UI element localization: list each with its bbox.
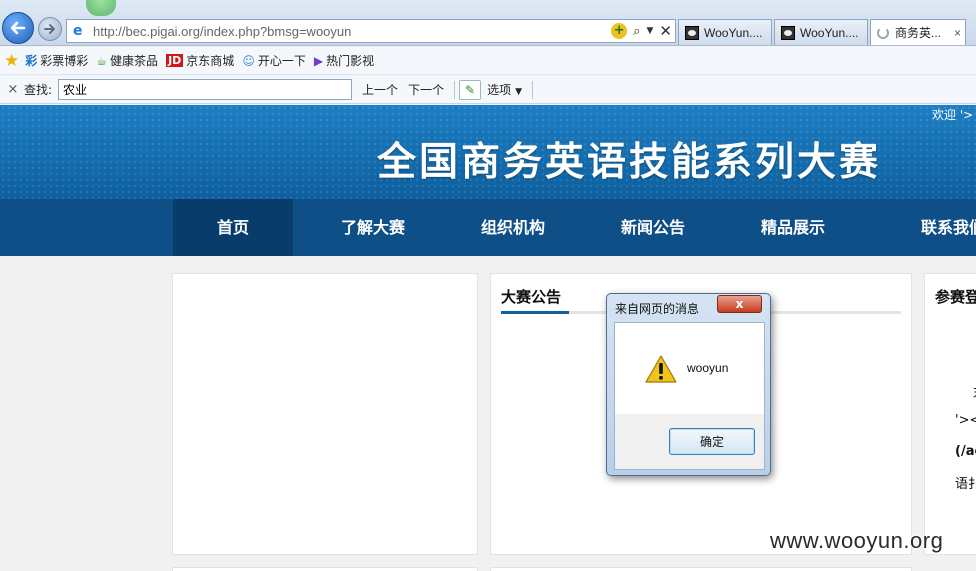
- tab-label: 商务英...: [895, 26, 942, 40]
- favorites-bar: ★ 彩 彩票博彩 ☕ 健康茶品 JD 京东商城 ☺ 开心一下 ▶ 热门影视: [0, 47, 976, 75]
- panel-title: 参赛登: [935, 288, 976, 306]
- smiley-icon: ☺: [242, 53, 255, 68]
- highlight-pencil-icon[interactable]: ✎: [459, 79, 482, 100]
- favorite-label: 热门影视: [326, 54, 375, 68]
- dialog-message: wooyun: [687, 361, 729, 375]
- jd-logo-icon: JD: [166, 54, 184, 67]
- dialog-footer: 确定: [614, 414, 765, 470]
- tab-wooyun-1[interactable]: WooYun....: [678, 19, 772, 45]
- tab-favicon-ghost: [86, 0, 116, 16]
- loading-spinner-icon: [877, 26, 889, 39]
- nav-item-about[interactable]: 了解大赛: [313, 199, 433, 256]
- alert-dialog: 来自网页的消息 x wooyun 确定: [606, 293, 771, 476]
- ok-button[interactable]: 确定: [669, 428, 755, 455]
- arrow-right-icon: [44, 24, 55, 34]
- content-panel-lower-left: [172, 567, 478, 571]
- find-prev-button[interactable]: 上一个: [362, 81, 398, 98]
- address-url[interactable]: http://bec.pigai.org/index.php?bmsg=wooy…: [93, 24, 608, 39]
- tab-label: WooYun....: [800, 25, 859, 40]
- tab-close-button[interactable]: ×: [954, 26, 961, 40]
- chevron-down-icon: ▼: [515, 87, 523, 97]
- find-close-button[interactable]: ×: [2, 82, 24, 97]
- play-icon: ▶: [313, 53, 324, 68]
- find-options-button[interactable]: 选项 ▼: [487, 81, 522, 98]
- find-bar: × 查找: 上一个 下一个 ✎ 选项▼: [0, 76, 976, 104]
- back-button[interactable]: [2, 12, 34, 44]
- content-panel-left: [172, 273, 478, 555]
- wooyun-favicon-icon: [781, 25, 795, 40]
- tea-cup-icon: ☕: [96, 53, 108, 68]
- favorites-star-icon[interactable]: ★: [4, 51, 19, 71]
- toolbar-divider: [454, 80, 456, 99]
- tab-label: WooYun....: [704, 25, 763, 40]
- injected-text-fragment: 语扌: [955, 477, 976, 492]
- options-label: 选项: [487, 83, 512, 97]
- site-banner: 欢迎 '> < 全国商务英语技能系列大赛: [0, 105, 976, 199]
- tab-wooyun-2[interactable]: WooYun....: [774, 19, 868, 45]
- nav-item-home[interactable]: 首页: [173, 199, 293, 256]
- panel-title-accent: [501, 311, 569, 314]
- dialog-close-button[interactable]: x: [717, 295, 762, 313]
- lottery-icon: 彩: [25, 54, 38, 68]
- search-icon[interactable]: ⌕: [633, 24, 640, 39]
- registration-panel: 参赛登 末 '>< (/ac 语扌: [924, 273, 976, 555]
- favorite-label: 京东商城: [186, 54, 235, 68]
- welcome-text: 欢迎 '> <: [932, 108, 976, 122]
- tab-active-bec[interactable]: 商务英... ×: [870, 19, 966, 45]
- favorite-label: 健康茶品: [110, 54, 159, 68]
- address-bar[interactable]: e http://bec.pigai.org/index.php?bmsg=wo…: [66, 19, 676, 43]
- watermark-text: www.wooyun.org: [770, 528, 944, 553]
- dialog-title: 来自网页的消息: [615, 302, 700, 316]
- favorite-link-jd[interactable]: JD 京东商城: [166, 52, 234, 69]
- nav-item-contact[interactable]: 联系我们: [893, 199, 976, 256]
- web-page: 欢迎 '> < 全国商务英语技能系列大赛 首页 了解大赛 组织机构 新闻公告 精…: [0, 105, 976, 571]
- find-label: 查找:: [24, 83, 53, 97]
- panel-title: 大赛公告: [501, 288, 562, 306]
- nav-item-organization[interactable]: 组织机构: [453, 199, 573, 256]
- forward-button[interactable]: [38, 17, 62, 41]
- nav-item-showcase[interactable]: 精品展示: [733, 199, 853, 256]
- browser-toolbar: e http://bec.pigai.org/index.php?bmsg=wo…: [0, 0, 976, 46]
- nav-item-news[interactable]: 新闻公告: [593, 199, 713, 256]
- stop-icon[interactable]: ✕: [659, 22, 672, 40]
- favorite-link-fun[interactable]: ☺ 开心一下: [242, 52, 306, 69]
- favorite-link-lottery[interactable]: 彩 彩票博彩: [25, 52, 88, 69]
- favorite-link-video[interactable]: ▶ 热门影视: [314, 52, 374, 69]
- find-next-button[interactable]: 下一个: [408, 81, 444, 98]
- site-title: 全国商务英语技能系列大赛: [377, 140, 882, 185]
- wooyun-favicon-icon: [685, 25, 699, 40]
- main-nav: 首页 了解大赛 组织机构 新闻公告 精品展示 联系我们: [0, 199, 976, 256]
- injected-text-fragment: (/ac: [955, 444, 976, 459]
- warning-icon: [645, 355, 677, 383]
- content-panel-lower-mid: [490, 567, 912, 571]
- favorite-label: 彩票博彩: [40, 54, 89, 68]
- favorite-link-tea[interactable]: ☕ 健康茶品: [96, 52, 158, 69]
- dropdown-arrow-icon[interactable]: ▼: [647, 26, 654, 36]
- find-input[interactable]: [58, 79, 353, 100]
- favorite-label: 开心一下: [257, 54, 306, 68]
- compatibility-icon[interactable]: +: [611, 23, 628, 39]
- dialog-body: wooyun: [614, 322, 765, 414]
- arrow-left-icon: [10, 21, 26, 35]
- ie-page-icon: e: [73, 23, 83, 39]
- injected-text-fragment: '><: [955, 413, 976, 428]
- toolbar-divider: [532, 80, 534, 99]
